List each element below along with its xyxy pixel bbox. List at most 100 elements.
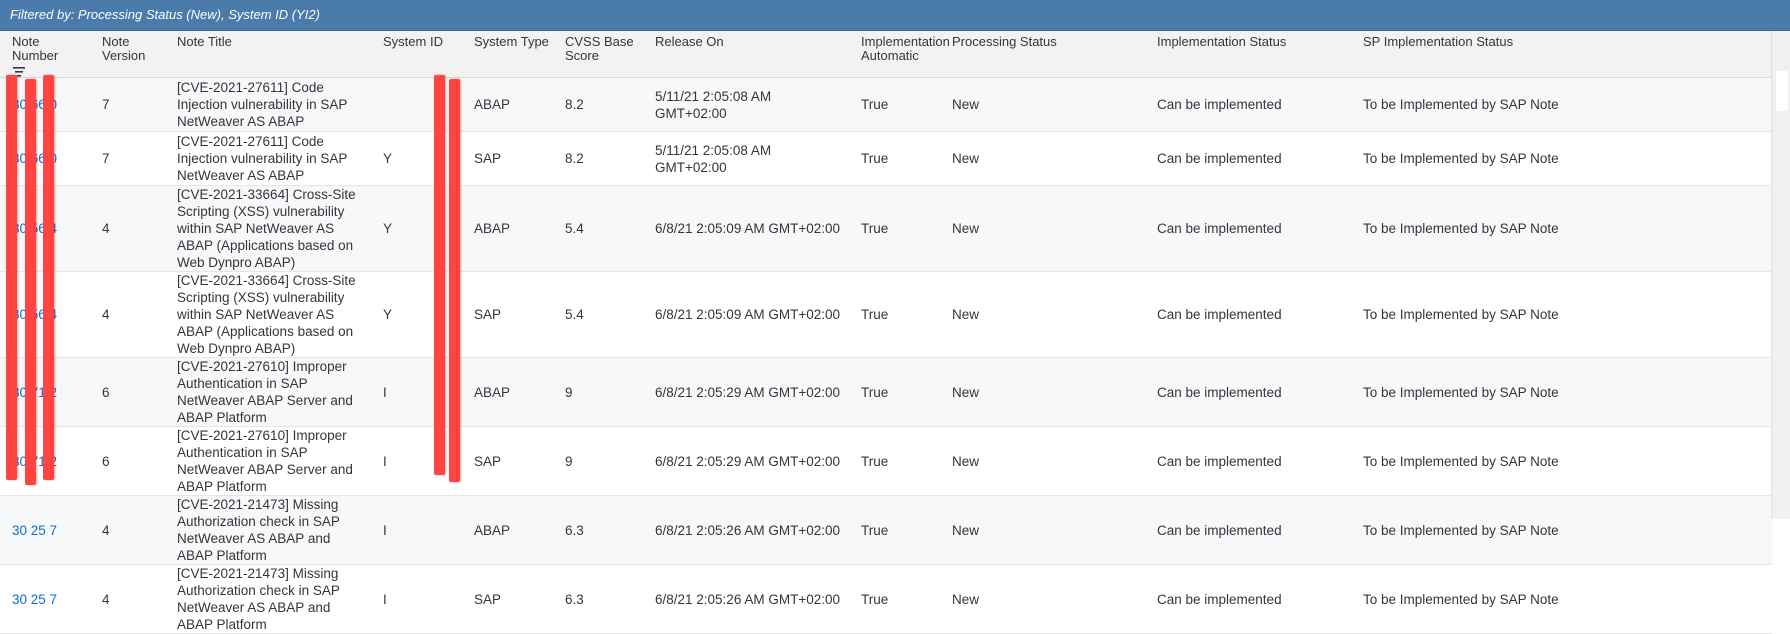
table-row[interactable]: 30 56 44[CVE-2021-33664] Cross-Site Scri…: [0, 185, 1772, 272]
cell-processing-status: New: [940, 564, 1145, 634]
cell-cvss-score: 6.3: [553, 495, 643, 565]
cell-release-on: 6/8/21 2:05:09 AM GMT+02:00: [643, 271, 849, 358]
table-row[interactable]: 30 25 7 4 [CVE-2021-21473] Missing Authori…: [0, 495, 1772, 565]
system-id: I: [383, 453, 387, 469]
cell-processing-status: New: [940, 495, 1145, 565]
note-version: 7: [102, 97, 110, 112]
release-on: 6/8/21 2:05:09 AM GMT+02:00: [655, 221, 840, 236]
cell-impl-automatic: True: [849, 185, 940, 272]
table-body: 30 66 07[CVE-2021-27611] Code Injection …: [0, 77, 1772, 634]
cvss-score: 6.3: [565, 522, 584, 538]
note-number-link[interactable]: 30 25 7: [12, 523, 57, 538]
col-header-system-id[interactable]: System ID: [371, 31, 462, 78]
impl-automatic: True: [861, 221, 889, 236]
vertical-scrollbar[interactable]: [1771, 31, 1790, 519]
cell-processing-status: New: [940, 131, 1145, 186]
cvss-score: 5.4: [565, 221, 584, 236]
table-row[interactable]: 30 71 26[CVE-2021-27610] Improper Authen…: [0, 426, 1772, 496]
processing-status: New: [952, 384, 980, 400]
cell-cvss-score: 9: [553, 426, 643, 496]
release-on: 6/8/21 2:05:29 AM GMT+02:00: [655, 453, 840, 469]
processing-status: New: [952, 151, 980, 166]
col-header-note-number[interactable]: Note Number: [0, 31, 90, 78]
cell-system-type: ABAP: [462, 357, 553, 427]
cell-sp-impl-status: To be Implemented by SAP Note: [1351, 495, 1772, 565]
col-header-sp-impl-status[interactable]: SP Implementation Status: [1351, 31, 1772, 78]
cell-note-version: 6: [90, 426, 165, 496]
cell-note-version: 4: [90, 185, 165, 272]
redaction-bar: [43, 75, 54, 480]
table-row[interactable]: 30 56 44[CVE-2021-33664] Cross-Site Scri…: [0, 271, 1772, 358]
note-version: 4: [102, 522, 110, 538]
col-header-note-title[interactable]: Note Title: [165, 31, 371, 78]
cell-processing-status: New: [940, 185, 1145, 272]
cell-note-number-link[interactable]: 30 25 7: [0, 564, 90, 634]
note-number-link[interactable]: 30 25 7: [12, 592, 57, 607]
cell-note-version: 7: [90, 131, 165, 186]
note-title: [CVE-2021-27611] Code Injection vulnerab…: [177, 134, 348, 183]
cell-sp-impl-status: To be Implemented by SAP Note: [1351, 564, 1772, 634]
cell-processing-status: New: [940, 357, 1145, 427]
cell-cvss-score: 9: [553, 357, 643, 427]
processing-status: New: [952, 522, 980, 538]
table-row[interactable]: 30 66 07[CVE-2021-27611] Code Injection …: [0, 77, 1772, 132]
cell-system-id: I: [371, 495, 462, 565]
col-header-processing-status[interactable]: Processing Status: [940, 31, 1145, 78]
col-header-system-type[interactable]: System Type: [462, 31, 553, 78]
system-type: SAP: [474, 591, 502, 607]
cell-note-number-link[interactable]: 30 25 7: [0, 495, 90, 565]
col-header-impl-automatic[interactable]: Implementation Automatic: [849, 31, 950, 78]
note-title: [CVE-2021-21473] Missing Authorization c…: [177, 566, 340, 632]
cell-release-on: 6/8/21 2:05:26 AM GMT+02:00: [643, 564, 849, 634]
impl-status: Can be implemented: [1157, 522, 1282, 538]
cell-processing-status: New: [940, 77, 1145, 132]
cell-cvss-score: 6.3: [553, 564, 643, 634]
system-id: Y: [383, 151, 393, 166]
cell-processing-status: New: [940, 271, 1145, 358]
cell-sp-impl-status: To be Implemented by SAP Note: [1351, 271, 1772, 358]
notes-table: Note Number Note Version Note Title Syst…: [0, 31, 1772, 634]
impl-automatic: True: [861, 591, 889, 607]
cvss-score: 6.3: [565, 591, 584, 607]
sp-impl-status: To be Implemented by SAP Note: [1363, 453, 1559, 469]
col-header-note-version[interactable]: Note Version: [90, 31, 165, 78]
cell-impl-status: Can be implemented: [1145, 495, 1351, 565]
cell-note-version: 4: [90, 271, 165, 358]
release-on: 6/8/21 2:05:26 AM GMT+02:00: [655, 591, 840, 607]
table-row[interactable]: 30 66 07[CVE-2021-27611] Code Injection …: [0, 131, 1772, 186]
cell-system-type: ABAP: [462, 495, 553, 565]
cell-note-title: [CVE-2021-27611] Code Injection vulnerab…: [165, 77, 371, 132]
impl-status: Can be implemented: [1157, 151, 1282, 166]
col-header-cvss-score[interactable]: CVSS Base Score: [553, 31, 643, 78]
note-version: 4: [102, 221, 110, 236]
col-header-release-on[interactable]: Release On: [643, 31, 849, 78]
cell-note-title: [CVE-2021-27610] Improper Authentication…: [165, 426, 371, 496]
cell-note-title: [CVE-2021-21473] Missing Authorization c…: [165, 495, 371, 565]
processing-status: New: [952, 591, 980, 607]
cell-impl-status: Can be implemented: [1145, 77, 1351, 132]
cell-note-version: 7: [90, 77, 165, 132]
cell-note-title: [CVE-2021-33664] Cross-Site Scripting (X…: [165, 185, 371, 272]
table-row[interactable]: 30 25 7 4 [CVE-2021-21473] Missing Authori…: [0, 564, 1772, 634]
col-header-impl-status[interactable]: Implementation Status: [1145, 31, 1351, 78]
scrollbar-thumb[interactable]: [1776, 71, 1788, 111]
system-type: ABAP: [474, 97, 511, 112]
impl-status: Can be implemented: [1157, 97, 1282, 112]
cell-cvss-score: 8.2: [553, 131, 643, 186]
cell-impl-status: Can be implemented: [1145, 357, 1351, 427]
note-title: [CVE-2021-27610] Improper Authentication…: [177, 428, 353, 494]
cell-impl-automatic: True: [849, 131, 940, 186]
cell-impl-automatic: True: [849, 426, 940, 496]
cell-cvss-score: 5.4: [553, 185, 643, 272]
filter-info-bar: Filtered by: Processing Status (New), Sy…: [0, 0, 1790, 31]
table-row[interactable]: 30 71 26[CVE-2021-27610] Improper Authen…: [0, 357, 1772, 427]
release-on: 5/11/21 2:05:08 AM GMT+02:00: [655, 142, 772, 175]
cell-system-type: ABAP: [462, 185, 553, 272]
note-title: [CVE-2021-21473] Missing Authorization c…: [177, 497, 340, 563]
cell-impl-automatic: True: [849, 495, 940, 565]
sp-impl-status: To be Implemented by SAP Note: [1363, 522, 1559, 538]
sp-impl-status: To be Implemented by SAP Note: [1363, 591, 1559, 607]
cell-impl-automatic: True: [849, 271, 940, 358]
cell-sp-impl-status: To be Implemented by SAP Note: [1351, 357, 1772, 427]
cell-cvss-score: 5.4: [553, 271, 643, 358]
